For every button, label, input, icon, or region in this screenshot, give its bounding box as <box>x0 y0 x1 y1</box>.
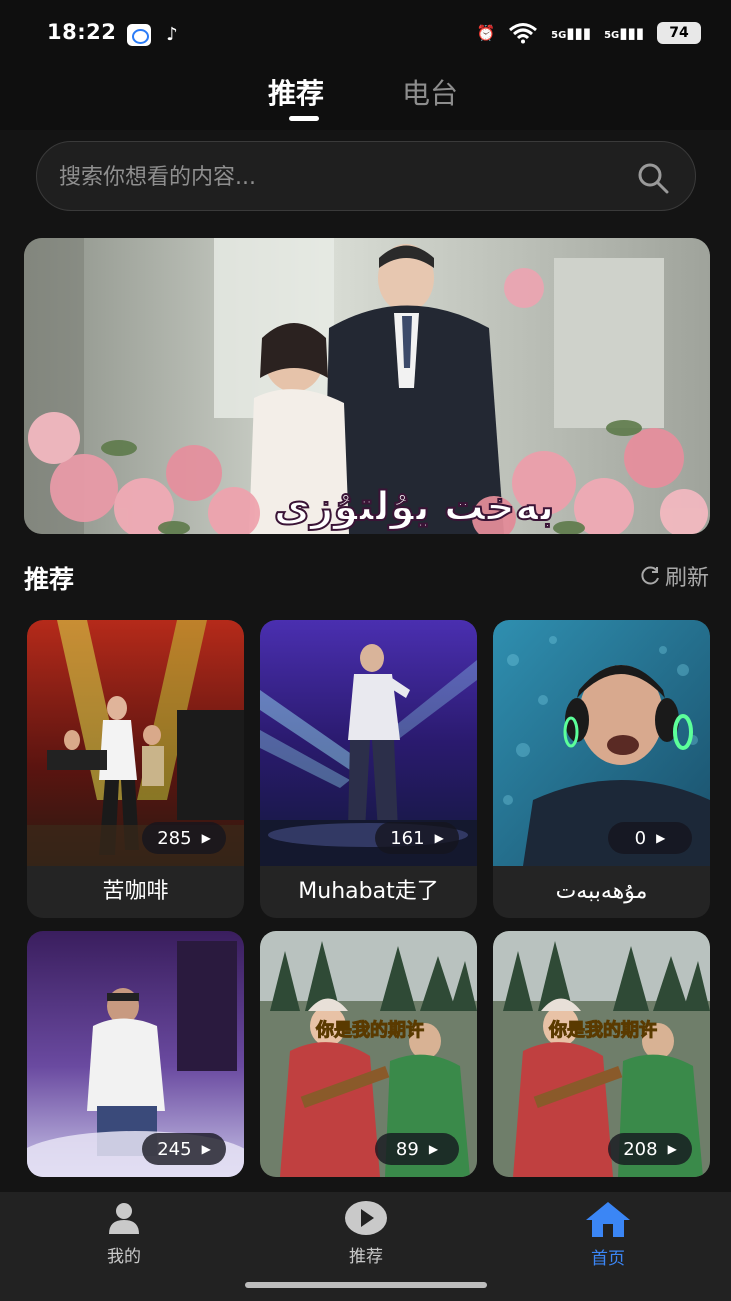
play-count: 0 <box>634 827 647 849</box>
search-icon[interactable] <box>637 162 669 194</box>
refresh-icon <box>641 566 659 585</box>
play-icon: ▶ <box>201 1142 211 1156</box>
video-thumbnail: 你是我的期许 89 ▶ <box>260 931 477 1177</box>
video-title: Muhabat走了 <box>298 879 439 904</box>
video-card[interactable]: 你是我的期许 208 ▶ <box>493 931 710 1177</box>
battery-indicator: 74 <box>657 22 701 44</box>
top-tab-bar: 推荐 电台 <box>0 64 731 130</box>
play-icon: ▶ <box>428 1142 439 1156</box>
play-icon: ▶ <box>656 831 666 845</box>
play-count-badge: 161 ▶ <box>375 822 459 854</box>
nav-label: 我的 <box>107 1247 141 1267</box>
clock: 18:22 <box>47 20 117 44</box>
tiktok-app-icon: ♪ <box>166 24 178 45</box>
play-count: 208 <box>623 1138 658 1160</box>
play-icon: ▶ <box>201 831 211 845</box>
banner-caption: بەخت يۇلتۇزى <box>274 484 555 530</box>
thumbnail-caption: 你是我的期许 <box>548 1019 657 1041</box>
video-title: 苦咖啡 <box>102 879 169 904</box>
refresh-button[interactable]: 刷新 <box>639 560 709 592</box>
nav-item-me[interactable]: 我的 <box>64 1200 184 1267</box>
video-thumbnail: 245 ▶ <box>27 931 244 1177</box>
chat-app-icon <box>127 24 151 46</box>
status-bar: 18:22 ♪ ⏰ 5G▮▮▮ 5G▮▮▮ 74 <box>0 0 731 64</box>
nav-label: 推荐 <box>349 1247 383 1267</box>
person-icon <box>109 1203 139 1234</box>
active-tab-indicator <box>289 116 319 121</box>
video-thumbnail: 你是我的期许 208 ▶ <box>493 931 710 1177</box>
featured-banner[interactable]: بەخت يۇلتۇزى <box>24 238 710 534</box>
video-card[interactable]: 285 ▶ 苦咖啡 <box>27 620 244 918</box>
play-count: 161 <box>390 827 425 849</box>
home-icon <box>586 1202 630 1237</box>
video-card[interactable]: 161 ▶ Muhabat走了 <box>260 620 477 918</box>
video-card[interactable]: 0 ▶ مۇھەببەت <box>493 620 710 918</box>
cell-signal-icon: 5G▮▮▮ <box>551 24 592 42</box>
tab-recommend[interactable]: 推荐 <box>268 72 324 112</box>
refresh-label: 刷新 <box>664 566 709 591</box>
play-count-badge: 208 ▶ <box>608 1133 692 1165</box>
video-title: مۇھەببەت <box>555 879 648 904</box>
video-thumbnail: 0 ▶ <box>493 620 710 866</box>
system-home-indicator[interactable] <box>245 1282 487 1288</box>
play-count-badge: 0 ▶ <box>608 822 692 854</box>
play-count: 285 <box>157 827 192 849</box>
nav-item-recommend[interactable]: 推荐 <box>306 1200 426 1267</box>
search-bar[interactable] <box>36 141 696 211</box>
thumbnail-caption: 你是我的期许 <box>315 1019 424 1041</box>
cell-signal-icon-2: 5G▮▮▮ <box>604 24 644 42</box>
play-icon: ▶ <box>667 1142 677 1156</box>
video-card[interactable]: 245 ▶ <box>27 931 244 1177</box>
play-count-badge: 89 ▶ <box>375 1133 459 1165</box>
video-card[interactable]: 你是我的期许 89 ▶ <box>260 931 477 1177</box>
wifi-icon <box>509 23 538 44</box>
tab-radio[interactable]: 电台 <box>402 72 458 112</box>
alarm-icon: ⏰ <box>476 24 496 42</box>
video-thumbnail: 161 ▶ <box>260 620 477 866</box>
section-title: 推荐 <box>24 565 75 594</box>
play-count-badge: 285 ▶ <box>142 822 226 854</box>
nav-item-home[interactable]: 首页 <box>548 1200 668 1269</box>
play-count: 245 <box>157 1138 192 1160</box>
search-input[interactable] <box>59 160 619 194</box>
play-icon: ▶ <box>434 831 444 845</box>
play-circle-icon <box>345 1201 387 1235</box>
nav-label: 首页 <box>591 1249 625 1269</box>
video-thumbnail: 285 ▶ <box>27 620 244 866</box>
play-count-badge: 245 ▶ <box>142 1133 226 1165</box>
play-count: 89 <box>395 1138 419 1160</box>
